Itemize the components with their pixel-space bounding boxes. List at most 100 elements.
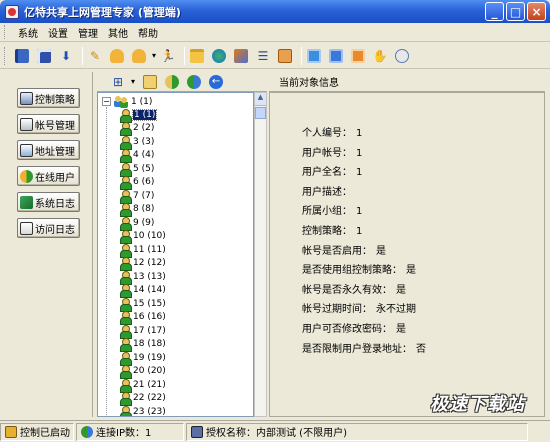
tree-user-node[interactable]: 22 (22) <box>120 392 166 406</box>
help-icon[interactable] <box>393 47 411 65</box>
field-value: 是 <box>376 245 386 257</box>
field-value: 是 <box>406 265 416 277</box>
scroll-thumb[interactable] <box>255 107 266 119</box>
tree-user-node[interactable]: 17 (17) <box>120 324 166 339</box>
chevron-down-icon[interactable]: ▾ <box>152 51 156 60</box>
edit-icon[interactable] <box>276 47 294 65</box>
menu-other[interactable]: 其他 <box>103 25 133 40</box>
detail-field-row: 帐号是否启用： 是 <box>302 242 386 257</box>
tree-user-node[interactable]: 10 (10) <box>120 230 166 244</box>
tree-user-node[interactable]: 9 (9) <box>120 216 155 231</box>
user-icon <box>120 203 132 217</box>
minimize-button[interactable]: _ <box>485 2 504 21</box>
nav-address-button[interactable]: 地址管理 <box>17 140 80 160</box>
tree-connector-line <box>106 107 107 416</box>
tree-user-node[interactable]: 3 (3) <box>120 135 154 150</box>
tree-user-node[interactable]: 6 (6) <box>120 176 155 190</box>
field-label: 是否限制用户登录地址： <box>302 343 412 355</box>
tool-icon[interactable] <box>349 47 367 65</box>
tree-root-node[interactable]: − 1 (1) <box>102 95 152 108</box>
tree-view-icon[interactable]: ⊞ <box>109 73 127 91</box>
menu-help[interactable]: 帮助 <box>133 25 163 40</box>
chevron-down-icon[interactable]: ▾ <box>131 77 135 86</box>
user-icon <box>120 324 132 339</box>
tree-user-node[interactable]: 21 (21) <box>120 378 166 393</box>
tree-node-label: 17 (17) <box>133 325 166 336</box>
list-icon[interactable]: ☰ <box>254 47 272 65</box>
field-label: 所属小组： <box>302 206 352 218</box>
back-icon[interactable]: ← <box>207 73 225 91</box>
tree-user-node[interactable]: 7 (7) <box>120 189 154 204</box>
runner-icon[interactable]: 🏃 <box>159 47 177 65</box>
detail-field-row: 帐号是否永久有效： 是 <box>302 281 406 296</box>
tree-user-node[interactable]: 1 (1) <box>120 108 158 123</box>
tree-node-label: 5 (5) <box>133 163 155 174</box>
ruler-icon[interactable]: ✋ <box>371 47 389 65</box>
pencil-icon[interactable]: ✎ <box>86 47 104 65</box>
tree-user-node[interactable]: 12 (12) <box>120 257 166 271</box>
group-icon[interactable] <box>163 73 181 91</box>
collapse-toggle[interactable]: − <box>102 97 111 106</box>
user-icon <box>120 189 132 204</box>
menu-manage[interactable]: 管理 <box>73 25 103 40</box>
tree-user-node[interactable]: 14 (14) <box>120 284 166 298</box>
scroll-up-icon[interactable]: ▲ <box>255 93 266 106</box>
maximize-button[interactable]: □ <box>506 2 525 21</box>
network-icon[interactable] <box>232 47 250 65</box>
nav-policy-button[interactable]: 控制策略 <box>17 88 80 108</box>
folder-icon[interactable] <box>188 47 206 65</box>
nav-access-log-button[interactable]: 访问日志 <box>17 218 80 238</box>
field-value: 是 <box>396 324 406 335</box>
tree-user-node[interactable]: 11 (11) <box>120 243 166 258</box>
tree-user-node[interactable]: 2 (2) <box>120 122 154 136</box>
tree-node-label: 21 (21) <box>133 379 166 390</box>
tree-user-node[interactable]: 13 (13) <box>120 270 166 285</box>
toolbar: ⬇ ✎ ▾ 🏃 ☰ ✋ <box>0 43 550 69</box>
title-bar[interactable]: 亿特共享上网管理专家 (管理端) _ □ × <box>0 0 550 23</box>
user-icon <box>120 405 132 416</box>
tree-node-label: 6 (6) <box>133 177 155 187</box>
tree-user-node[interactable]: 15 (15) <box>120 297 166 312</box>
monitor-icon[interactable] <box>305 47 323 65</box>
globe-icon[interactable] <box>210 47 228 65</box>
tree-node-label: 12 (12) <box>133 258 166 268</box>
tree-node-label: 9 (9) <box>133 217 155 228</box>
menu-grip[interactable] <box>4 25 7 39</box>
field-value: 是 <box>396 284 406 296</box>
field-label: 帐号过期时间： <box>302 304 372 316</box>
chart-icon[interactable] <box>327 47 345 65</box>
menu-system[interactable]: 系统 <box>13 25 43 40</box>
nav-online-users-button[interactable]: 在线用户 <box>17 166 80 186</box>
tree-node-label: 1 (1) <box>131 108 158 121</box>
tree-user-node[interactable]: 18 (18) <box>120 338 166 352</box>
user-tree[interactable]: − 1 (1) 1 (1) 2 (2) 3 (3) 4 (4) 5 (5) 6 (6) 7 … <box>97 92 254 417</box>
tree-node-label: 13 (13) <box>133 271 166 282</box>
tree-scrollbar[interactable]: ▲ <box>254 92 267 417</box>
close-button[interactable]: × <box>527 2 546 21</box>
tree-node-label: 8 (8) <box>133 204 155 214</box>
book-icon[interactable] <box>13 47 31 65</box>
field-value: 否 <box>416 343 426 355</box>
detail-field-row: 所属小组： 1 <box>302 202 362 217</box>
tree-user-node[interactable]: 20 (20) <box>120 365 166 379</box>
hand-icon[interactable] <box>108 47 126 65</box>
multi-user-icon[interactable] <box>185 73 203 91</box>
tree-user-node[interactable]: 8 (8) <box>120 203 155 217</box>
key-icon <box>191 425 203 438</box>
tree-user-node[interactable]: 16 (16) <box>120 311 166 325</box>
tree-user-node[interactable]: 23 (23) <box>120 405 166 417</box>
tree-user-node[interactable]: 5 (5) <box>120 162 155 177</box>
toolbar-grip[interactable] <box>4 46 7 65</box>
tree-node-label: 14 (14) <box>133 285 166 295</box>
nav-account-button[interactable]: 帐号管理 <box>17 114 80 134</box>
tree-user-node[interactable]: 19 (19) <box>120 351 166 366</box>
tree-user-node[interactable]: 4 (4) <box>120 149 154 163</box>
new-user-icon[interactable] <box>141 73 159 91</box>
tree-node-label: 23 (23) <box>133 406 166 417</box>
hand-dropdown-icon[interactable] <box>130 47 148 65</box>
download-icon[interactable]: ⬇ <box>57 47 75 65</box>
save-icon[interactable] <box>35 47 53 65</box>
menu-settings[interactable]: 设置 <box>43 25 73 40</box>
nav-system-log-button[interactable]: 系统日志 <box>17 192 80 212</box>
user-icon <box>120 392 132 406</box>
